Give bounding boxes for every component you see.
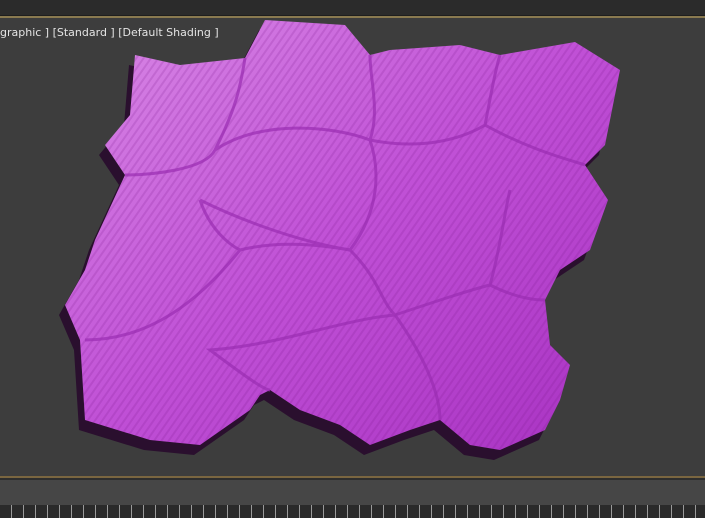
purple-tile-mesh[interactable]	[59, 20, 620, 460]
mesh-stripes	[65, 20, 620, 450]
viewport-scene	[59, 20, 620, 460]
timeline-track[interactable]	[0, 480, 705, 505]
timeline-ruler[interactable]	[0, 505, 705, 518]
